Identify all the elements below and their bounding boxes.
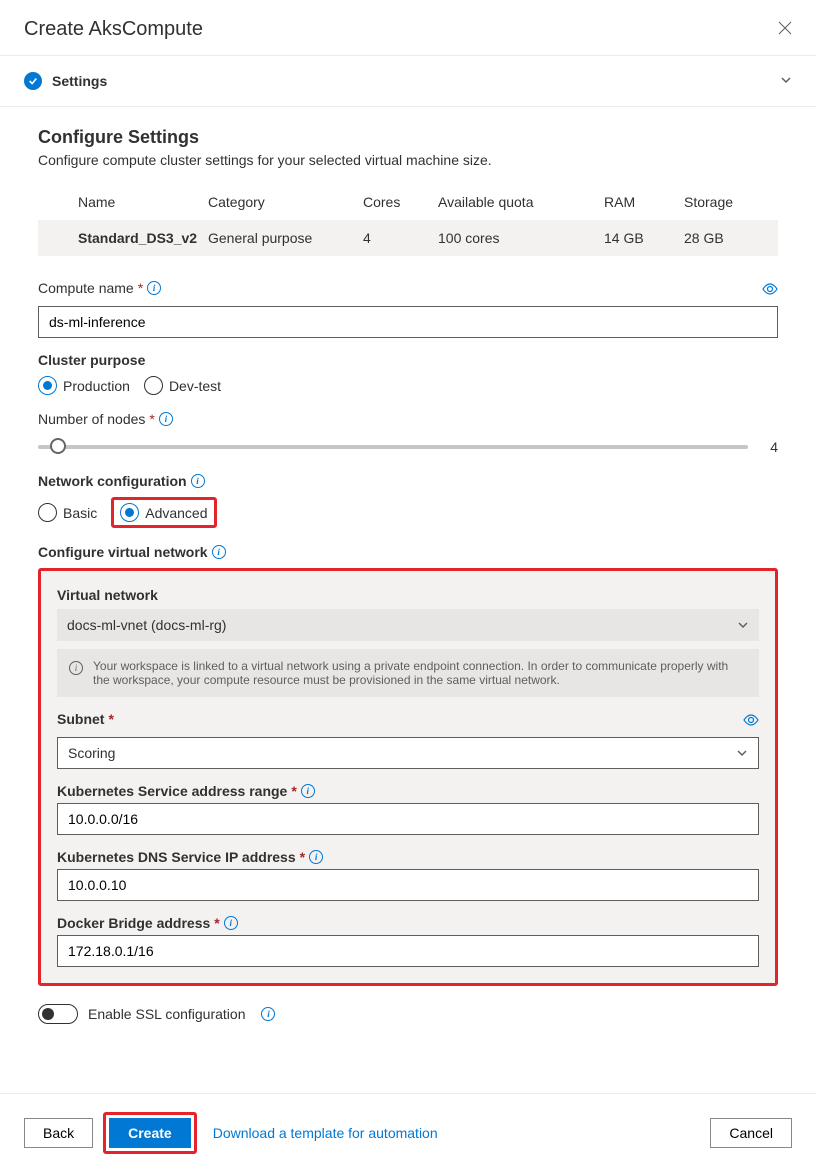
info-icon[interactable] — [309, 850, 323, 864]
nodes-slider[interactable] — [38, 445, 748, 449]
vm-table-header: Name Category Cores Available quota RAM … — [38, 184, 778, 220]
vnet-label: Virtual network — [57, 587, 759, 603]
section-title: Configure Settings — [38, 127, 778, 148]
info-icon[interactable] — [212, 545, 226, 559]
subnet-select[interactable]: Scoring — [57, 737, 759, 769]
radio-production[interactable]: Production — [38, 376, 130, 395]
vnet-select[interactable]: docs-ml-vnet (docs-ml-rg) — [57, 609, 759, 641]
info-icon[interactable] — [159, 412, 173, 426]
dialog-title: Create AksCompute — [24, 18, 203, 41]
close-button[interactable] — [778, 19, 792, 40]
download-template-link[interactable]: Download a template for automation — [213, 1125, 438, 1141]
col-header-quota: Available quota — [438, 194, 604, 210]
k8s-range-input[interactable] — [57, 803, 759, 835]
nodes-label: Number of nodes * — [38, 411, 778, 427]
vm-table-row[interactable]: Standard_DS3_v2 General purpose 4 100 co… — [38, 220, 778, 256]
ssl-toggle[interactable] — [38, 1004, 78, 1024]
vm-table: Name Category Cores Available quota RAM … — [38, 184, 778, 256]
config-vnet-label: Configure virtual network — [38, 544, 778, 560]
chevron-down-icon — [736, 747, 748, 759]
info-icon — [69, 661, 83, 675]
info-icon[interactable] — [147, 281, 161, 295]
network-config-label: Network configuration — [38, 473, 778, 489]
vm-cores: 4 — [363, 230, 438, 246]
close-icon — [778, 21, 792, 35]
radio-basic[interactable]: Basic — [38, 503, 97, 522]
subnet-label: Subnet * — [57, 711, 114, 727]
step-label: Settings — [52, 73, 107, 89]
chevron-down-icon — [780, 73, 792, 89]
radio-advanced[interactable]: Advanced — [120, 503, 207, 522]
compute-name-label: Compute name * — [38, 280, 161, 296]
docker-input[interactable] — [57, 935, 759, 967]
check-circle-icon — [24, 72, 42, 90]
create-button[interactable]: Create — [109, 1118, 191, 1148]
ssl-label: Enable SSL configuration — [88, 1006, 245, 1022]
vm-ram: 14 GB — [604, 230, 684, 246]
col-header-name: Name — [38, 194, 208, 210]
k8s-range-label: Kubernetes Service address range * — [57, 783, 759, 799]
highlight-advanced: Advanced — [111, 497, 216, 528]
vnet-panel: Virtual network docs-ml-vnet (docs-ml-rg… — [38, 568, 778, 986]
eye-icon[interactable] — [762, 282, 778, 298]
eye-icon[interactable] — [743, 713, 759, 729]
footer: Back Create Download a template for auto… — [0, 1093, 816, 1172]
radio-devtest[interactable]: Dev-test — [144, 376, 221, 395]
k8s-dns-label: Kubernetes DNS Service IP address * — [57, 849, 759, 865]
col-header-cores: Cores — [363, 194, 438, 210]
section-desc: Configure compute cluster settings for y… — [38, 152, 778, 168]
highlight-create: Create — [103, 1112, 197, 1154]
col-header-storage: Storage — [684, 194, 778, 210]
vm-name: Standard_DS3_v2 — [38, 230, 208, 246]
info-icon[interactable] — [191, 474, 205, 488]
dialog-header: Create AksCompute — [0, 0, 816, 56]
info-icon[interactable] — [301, 784, 315, 798]
col-header-category: Category — [208, 194, 363, 210]
k8s-dns-input[interactable] — [57, 869, 759, 901]
vnet-info-banner: Your workspace is linked to a virtual ne… — [57, 649, 759, 697]
info-icon[interactable] — [261, 1007, 275, 1021]
vm-storage: 28 GB — [684, 230, 778, 246]
cluster-purpose-label: Cluster purpose — [38, 352, 778, 368]
step-settings-header[interactable]: Settings — [0, 56, 816, 107]
compute-name-input[interactable] — [38, 306, 778, 338]
back-button[interactable]: Back — [24, 1118, 93, 1148]
col-header-ram: RAM — [604, 194, 684, 210]
nodes-value: 4 — [768, 439, 778, 455]
vm-quota: 100 cores — [438, 230, 604, 246]
cancel-button[interactable]: Cancel — [710, 1118, 792, 1148]
info-icon[interactable] — [224, 916, 238, 930]
docker-label: Docker Bridge address * — [57, 915, 759, 931]
content-area: Configure Settings Configure compute clu… — [0, 107, 816, 1056]
chevron-down-icon — [737, 619, 749, 631]
vm-category: General purpose — [208, 230, 363, 246]
